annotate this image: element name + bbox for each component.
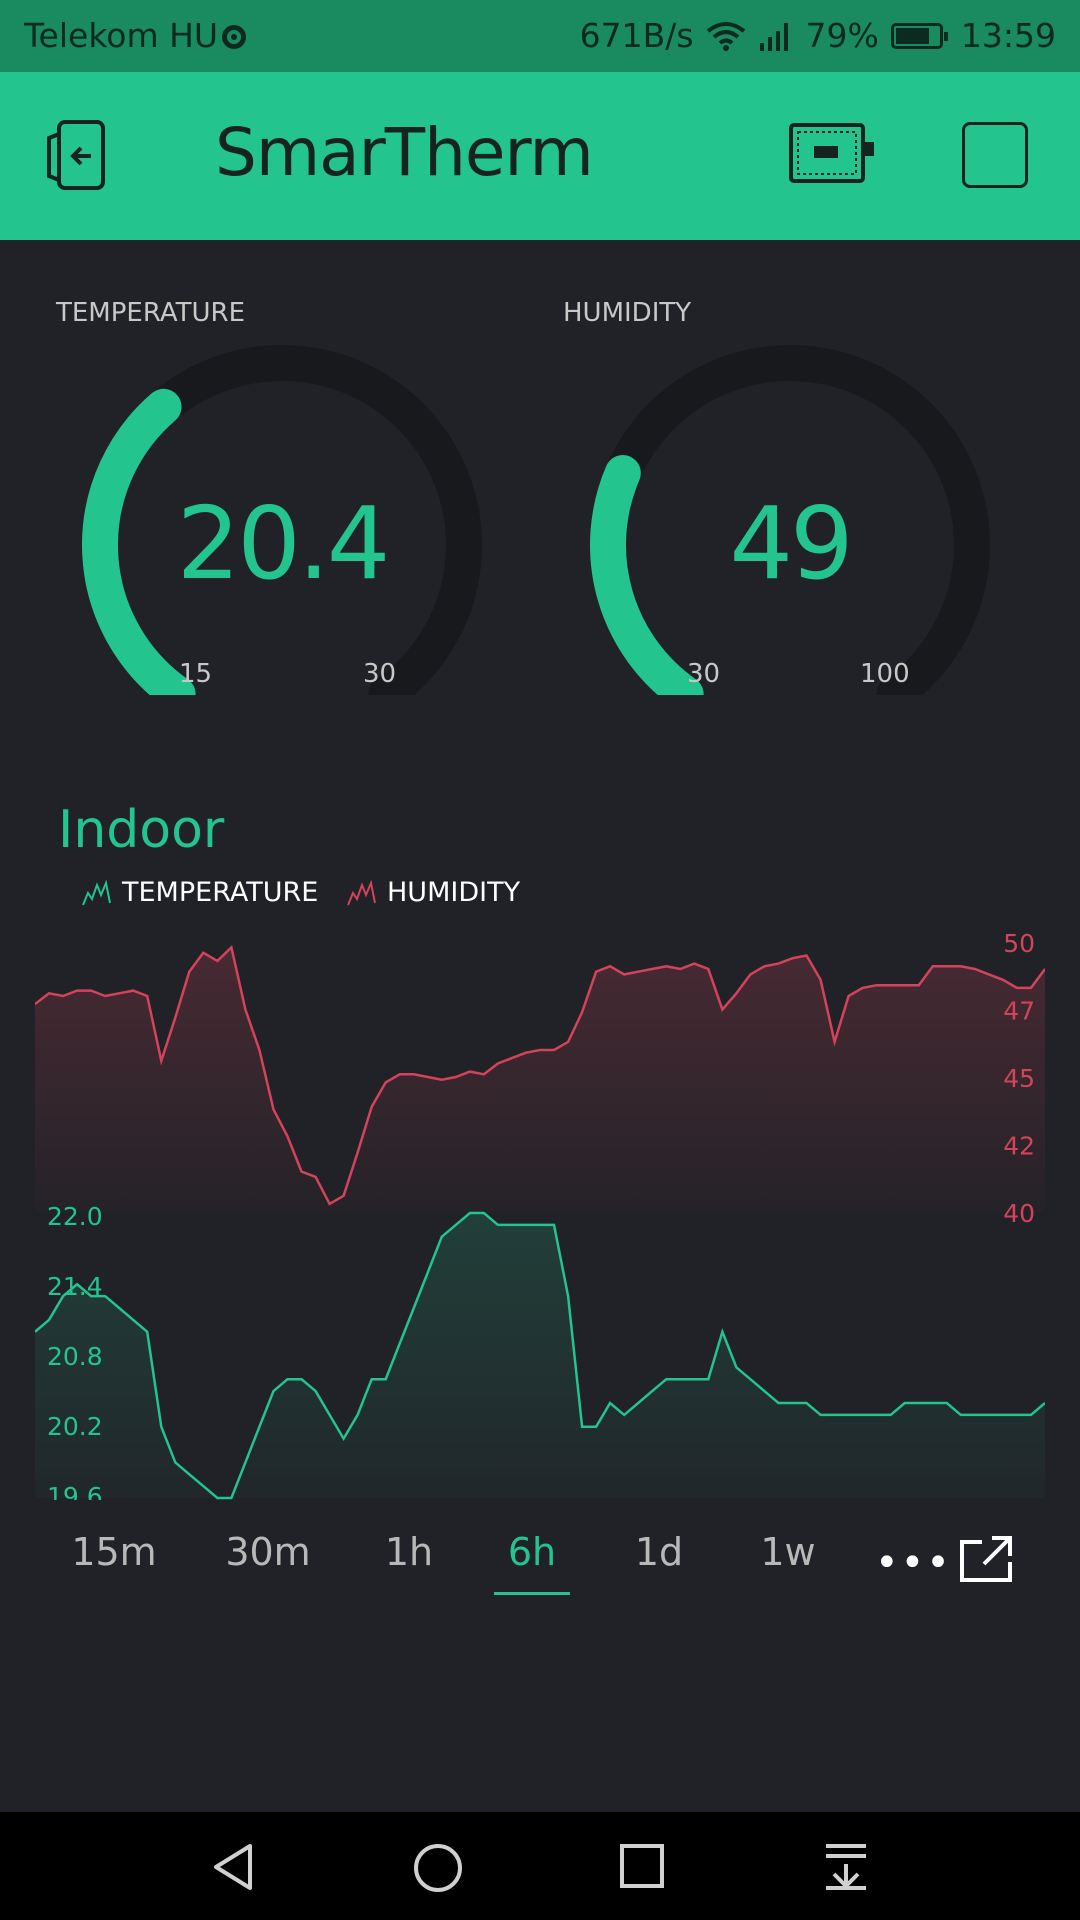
wifi-icon — [706, 21, 745, 51]
carrier-name: Telekom HU — [24, 16, 219, 55]
tab-30m[interactable]: 30m — [223, 1530, 313, 1574]
square-icon[interactable] — [962, 122, 1028, 188]
temperature-tick-label: 20.8 — [47, 1342, 103, 1371]
app-title: SmarTherm — [215, 114, 594, 191]
temperature-tick-label: 19.6 — [47, 1482, 103, 1500]
exit-icon[interactable] — [45, 120, 125, 192]
humidity-max: 100 — [860, 659, 910, 689]
hotspot-icon — [222, 25, 247, 49]
humidity-tick-label: 45 — [1003, 1064, 1035, 1093]
humidity-legend-icon — [347, 879, 376, 905]
legend-temperature-label: TEMPERATURE — [122, 877, 319, 908]
device-icon[interactable] — [788, 122, 878, 184]
carrier: Telekom HU — [24, 16, 247, 55]
temperature-tick-label: 20.2 — [47, 1412, 103, 1441]
more-ranges-button[interactable]: ••• — [875, 1540, 952, 1586]
humidity-tick-label: 42 — [1003, 1132, 1035, 1161]
active-tab-indicator — [494, 1592, 570, 1595]
humidity-series-area — [35, 947, 1045, 1212]
home-icon[interactable] — [412, 1842, 464, 1894]
temperature-label: TEMPERATURE — [56, 298, 246, 328]
clock: 13:59 — [960, 16, 1056, 55]
temperature-series-area — [35, 1213, 1045, 1498]
network-speed: 671B/s — [579, 16, 694, 55]
signal-icon — [759, 22, 788, 51]
legend-temperature[interactable]: TEMPERATURE — [82, 877, 318, 908]
battery-percent: 79% — [805, 16, 879, 55]
notification-drawer-icon[interactable] — [822, 1842, 870, 1892]
legend-humidity-label: HUMIDITY — [387, 877, 521, 908]
indoor-chart: 50 47 45 42 40 22.0 21.4 20.8 20.2 19.6 — [35, 930, 1045, 1500]
tab-15m[interactable]: 15m — [69, 1530, 159, 1574]
humidity-gauge: 49 30 100 — [580, 335, 1000, 695]
back-icon[interactable] — [210, 1842, 260, 1892]
fullscreen-icon[interactable] — [958, 1534, 1014, 1584]
humidity-value: 49 — [729, 485, 853, 602]
humidity-label: HUMIDITY — [563, 298, 692, 328]
temperature-legend-icon — [82, 879, 111, 905]
tab-1h[interactable]: 1h — [364, 1530, 454, 1574]
temperature-min: 15 — [179, 659, 213, 689]
temperature-tick-label: 22.0 — [47, 1202, 103, 1231]
humidity-tick-label: 47 — [1003, 997, 1035, 1026]
status-bar: Telekom HU 671B/s 79% 13:59 — [0, 0, 1080, 72]
humidity-tick-label: 40 — [1003, 1199, 1035, 1228]
tab-6h[interactable]: 6h — [487, 1530, 577, 1574]
temperature-gauge: 20.4 15 30 — [72, 335, 492, 695]
tab-1w[interactable]: 1w — [743, 1530, 833, 1574]
recents-icon[interactable] — [618, 1842, 666, 1890]
temperature-tick-label: 21.4 — [47, 1272, 103, 1301]
system-nav-bar — [0, 1812, 1080, 1920]
tab-1d[interactable]: 1d — [614, 1530, 704, 1574]
legend-humidity[interactable]: HUMIDITY — [347, 877, 520, 908]
humidity-tick-label: 50 — [1003, 930, 1035, 958]
humidity-min: 30 — [687, 659, 721, 689]
temperature-value: 20.4 — [176, 485, 391, 602]
time-range-tabs: 15m 30m 1h 6h 1d 1w ••• — [0, 1520, 1080, 1600]
app-header: SmarTherm — [0, 72, 1080, 240]
battery-icon — [890, 22, 948, 49]
chart-title: Indoor — [58, 800, 225, 860]
temperature-max: 30 — [363, 659, 397, 689]
